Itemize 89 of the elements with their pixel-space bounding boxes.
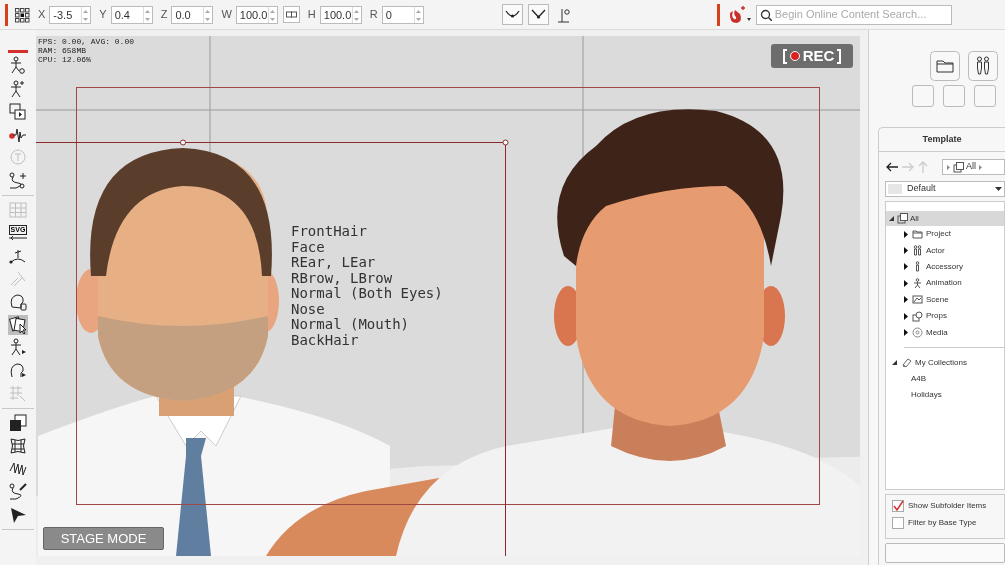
template-tab[interactable]: Template [922,132,962,147]
head-touch-icon [8,292,28,312]
layer-name: RBrow, LBrow [291,270,394,286]
actor-gear-tool-button[interactable] [8,56,28,76]
stats-text: FPS: 0.00, AVG: 0.00 [38,37,134,46]
media-play-icon [8,102,28,122]
reel-icon [912,327,923,339]
tree-item[interactable]: Props [886,307,1004,325]
collection-icon [953,161,964,173]
grid-cursor-icon [8,384,28,404]
caret-icon [978,162,983,172]
tree-item[interactable]: Media [886,324,1004,341]
curve-in-icon[interactable] [501,4,523,25]
tree-item[interactable]: Scene [886,291,1004,308]
align-zero-icon[interactable] [556,6,570,23]
number-field[interactable]: 100.0 [319,5,362,24]
shapes-icon [912,310,923,322]
folder-button-icon[interactable] [930,51,960,81]
tree-item[interactable]: My Collections [886,354,1004,371]
field-label: Y [99,7,107,23]
tree-item[interactable]: Accessory [886,258,1004,276]
mesh-icon [8,436,28,456]
tree-item[interactable]: Project [886,226,1004,243]
pointer-icon [8,505,28,525]
path-pen-icon [8,482,28,502]
option-label: Show Subfolder Items [908,500,987,512]
collection-icon [897,213,908,224]
breadcrumb-bar[interactable]: All [942,159,1005,175]
field-label: R [369,7,378,23]
landscape-icon [912,294,923,306]
grid-icon [8,200,28,220]
layer-name: BackHair [291,332,360,348]
corner-icon[interactable] [527,4,549,25]
dropdown-caret-icon [995,187,1002,191]
field-label: W [221,7,232,23]
arrow-icon [9,235,27,241]
expanded-caret-icon[interactable] [888,214,895,223]
cards-cursor-tool-button[interactable] [8,315,28,335]
layers-icon [8,413,28,433]
layer-name: Normal (Mouth) [291,317,410,333]
person-arrow-icon [8,338,28,358]
cards-cursor-icon [8,315,28,335]
layer-name: Face [291,239,326,255]
layer-name: Normal (Both Eyes) [291,286,443,302]
number-field[interactable]: 100.0 [235,5,278,24]
field-label: Z [160,7,168,23]
media-play-tool-button[interactable] [8,102,28,122]
actors-button-icon[interactable] [968,51,998,81]
search-icon [759,8,772,21]
tree-item[interactable]: Actor [886,242,1004,259]
layer-name: FrontHair [291,224,368,240]
stats-text: RAM: 658MB [38,46,87,55]
person-arrow-tool-button[interactable] [8,338,28,358]
number-field[interactable]: 0.0 [171,5,214,24]
tree-item[interactable]: Animation [886,275,1004,292]
record-button[interactable]: REC [771,44,853,68]
caret-icon [946,162,951,172]
mesh-tool-button[interactable] [8,436,28,456]
back-arrow-icon[interactable] [885,161,898,173]
field-label: H [307,7,316,23]
folder-icon [912,228,923,240]
search-field[interactable]: Begin Online Content Search... [755,4,952,25]
actor-gear-icon [8,56,28,76]
expanded-caret-icon[interactable] [891,358,898,368]
checked-checkbox-icon[interactable] [892,500,904,512]
link-icon[interactable] [282,6,300,23]
checkbox-icon[interactable] [892,517,904,529]
tree-item[interactable]: A4B [886,370,1004,388]
layer-name: REar, LEar [291,255,377,271]
stats-text: CPU: 12.06% [38,55,92,64]
filter-dropdown[interactable]: Default [885,181,1005,197]
path-plus-tool-button[interactable] [8,171,28,191]
layer-name: Nose [291,301,326,317]
pivot-grid-icon[interactable] [14,6,30,23]
option-label: Filter by Base Type [908,517,977,529]
head-touch-tool-button[interactable] [8,292,28,312]
tree-item[interactable]: Holidays [886,387,1004,404]
pointer-tool-button[interactable] [8,505,28,525]
running-figure-icon [912,277,923,289]
path-pen-tool-button[interactable] [8,482,28,502]
speech-bubble-icon [8,148,28,168]
number-field[interactable]: 0 [381,5,424,24]
actors-icon [912,245,923,257]
field-label: X [38,7,46,23]
number-field[interactable]: 0.4 [110,5,153,24]
number-field[interactable]: -3.5 [49,5,92,24]
path-plus-icon [8,171,28,191]
tree-item[interactable]: All [886,211,1004,226]
layers-tool-button[interactable] [8,413,28,433]
